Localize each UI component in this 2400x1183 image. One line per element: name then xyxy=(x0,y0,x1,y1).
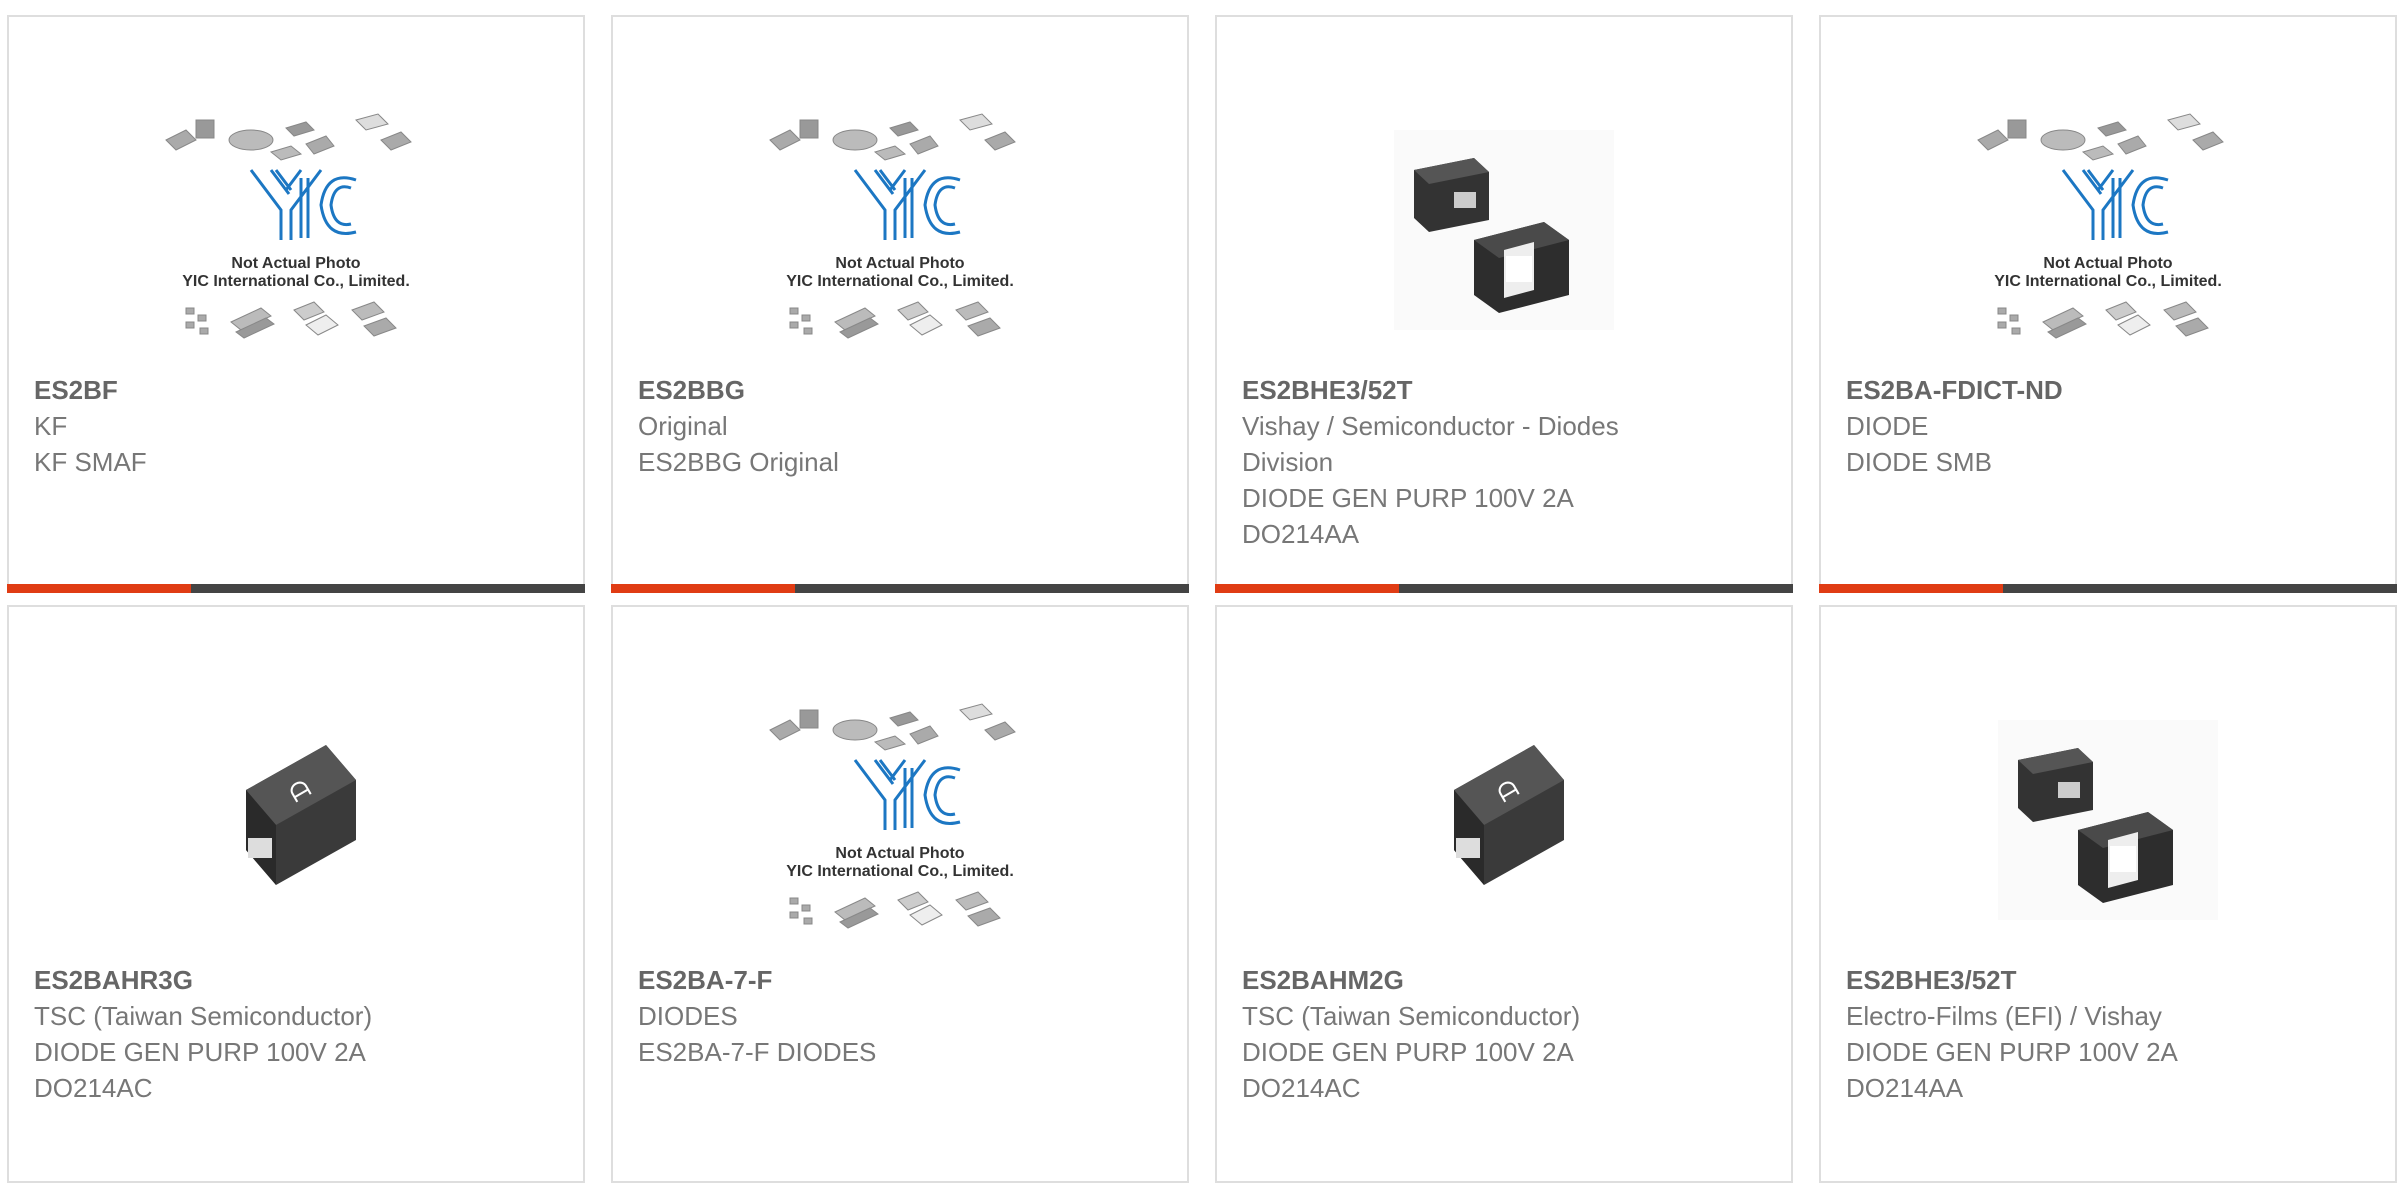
svg-text:Not Actual Photo: Not Actual Photo xyxy=(835,845,964,862)
svg-text:YIC International Co., Limited: YIC International Co., Limited. xyxy=(786,273,1014,290)
card-accent-bar xyxy=(7,584,585,593)
product-image xyxy=(1821,677,2395,962)
description: DIODE GEN PURP 100V 2A xyxy=(1846,1037,2178,1067)
yic-placeholder-image: Not Actual Photo YIC International Co., … xyxy=(1977,112,2224,339)
part-number[interactable]: ES2BHE3/52T xyxy=(1846,962,2375,998)
manufacturer: DIODES xyxy=(638,1001,738,1031)
product-info: ES2BAHM2G TSC (Taiwan Semiconductor) DIO… xyxy=(1242,962,1771,1106)
tsc-diode-image: ᗩ xyxy=(246,744,356,885)
product-image: Not Actual Photo YIC International Co., … xyxy=(613,677,1187,962)
manufacturer: TSC (Taiwan Semiconductor) xyxy=(34,1001,373,1031)
svg-text:YIC International Co., Limited: YIC International Co., Limited. xyxy=(786,863,1014,880)
product-image: ᗩ xyxy=(9,677,583,962)
part-number[interactable]: ES2BBG xyxy=(638,372,1167,408)
product-image: ᗩ xyxy=(1217,677,1791,962)
manufacturer-cont: Division xyxy=(1242,447,1334,477)
manufacturer: Original xyxy=(638,411,728,441)
yic-logo xyxy=(249,168,357,240)
product-image xyxy=(1217,87,1791,372)
product-card[interactable]: ᗩ ES2BAHM2G TSC (Taiwan Semiconductor) D… xyxy=(1215,605,1793,1183)
smb-diode-pair-image xyxy=(1394,129,1614,330)
manufacturer: DIODE xyxy=(1846,411,1929,441)
part-number[interactable]: ES2BA-FDICT-ND xyxy=(1846,372,2375,408)
product-card[interactable]: Not Actual Photo YIC International Co., … xyxy=(7,15,585,593)
description: DIODE GEN PURP 100V 2A xyxy=(1242,483,1574,513)
part-number[interactable]: ES2BA-7-F xyxy=(638,962,1167,998)
svg-text:Not Actual Photo: Not Actual Photo xyxy=(231,255,360,272)
description: KF SMAF xyxy=(34,447,147,477)
product-card[interactable]: Not Actual Photo YIC International Co., … xyxy=(611,605,1189,1183)
svg-text:Not Actual Photo: Not Actual Photo xyxy=(2043,255,2172,272)
product-image: Not Actual Photo YIC International Co., … xyxy=(613,87,1187,372)
manufacturer: Vishay / Semiconductor - Diodes xyxy=(1242,411,1619,441)
yic-logo xyxy=(2061,168,2169,240)
package: DO214AC xyxy=(1242,1073,1361,1103)
product-info: ES2BA-7-F DIODES ES2BA-7-F DIODES xyxy=(638,962,1167,1070)
product-image: Not Actual Photo YIC International Co., … xyxy=(1821,87,2395,372)
part-number[interactable]: ES2BHE3/52T xyxy=(1242,372,1771,408)
manufacturer: KF xyxy=(34,411,68,441)
package: DO214AC xyxy=(34,1073,153,1103)
card-accent-bar xyxy=(1215,584,1793,593)
description: ES2BBG Original xyxy=(638,447,839,477)
product-info: ES2BHE3/52T Vishay / Semiconductor - Dio… xyxy=(1242,372,1771,552)
product-info: ES2BA-FDICT-ND DIODE DIODE SMB xyxy=(1846,372,2375,480)
part-number[interactable]: ES2BF xyxy=(34,372,563,408)
part-number[interactable]: ES2BAHR3G xyxy=(34,962,563,998)
manufacturer: TSC (Taiwan Semiconductor) xyxy=(1242,1001,1581,1031)
svg-text:YIC International Co., Limited: YIC International Co., Limited. xyxy=(1994,273,2222,290)
product-card[interactable]: ES2BHE3/52T Electro-Films (EFI) / Vishay… xyxy=(1819,605,2397,1183)
part-number[interactable]: ES2BAHM2G xyxy=(1242,962,1771,998)
yic-logo xyxy=(853,168,961,240)
svg-text:Not Actual Photo: Not Actual Photo xyxy=(835,255,964,272)
product-info: ES2BAHR3G TSC (Taiwan Semiconductor) DIO… xyxy=(34,962,563,1106)
product-card[interactable]: ES2BHE3/52T Vishay / Semiconductor - Dio… xyxy=(1215,15,1793,593)
product-grid: Not Actual Photo YIC International Co., … xyxy=(0,0,2400,1183)
package: DO214AA xyxy=(1242,519,1360,549)
yic-placeholder-image: Not Actual Photo YIC International Co., … xyxy=(769,702,1016,929)
yic-logo xyxy=(853,758,961,830)
description: DIODE GEN PURP 100V 2A xyxy=(34,1037,366,1067)
description: DIODE GEN PURP 100V 2A xyxy=(1242,1037,1574,1067)
yic-placeholder-image: Not Actual Photo YIC International Co., … xyxy=(769,112,1016,339)
card-accent-bar xyxy=(1819,584,2397,593)
package: DO214AA xyxy=(1846,1073,1964,1103)
smb-diode-pair-image xyxy=(1998,719,2218,920)
description: ES2BA-7-F DIODES xyxy=(638,1037,877,1067)
svg-text:YIC International Co., Limited: YIC International Co., Limited. xyxy=(182,273,410,290)
product-card[interactable]: ᗩ ES2BAHR3G TSC (Taiwan Semiconductor) D… xyxy=(7,605,585,1183)
tsc-diode-image: ᗩ xyxy=(1454,744,1564,885)
yic-placeholder-image: Not Actual Photo YIC International Co., … xyxy=(165,112,412,339)
manufacturer: Electro-Films (EFI) / Vishay xyxy=(1846,1001,2162,1031)
description: DIODE SMB xyxy=(1846,447,1992,477)
product-info: ES2BHE3/52T Electro-Films (EFI) / Vishay… xyxy=(1846,962,2375,1106)
product-image: Not Actual Photo YIC International Co., … xyxy=(9,87,583,372)
product-info: ES2BBG Original ES2BBG Original xyxy=(638,372,1167,480)
product-card[interactable]: Not Actual Photo YIC International Co., … xyxy=(611,15,1189,593)
card-accent-bar xyxy=(611,584,1189,593)
product-card[interactable]: Not Actual Photo YIC International Co., … xyxy=(1819,15,2397,593)
product-info: ES2BF KF KF SMAF xyxy=(34,372,563,480)
